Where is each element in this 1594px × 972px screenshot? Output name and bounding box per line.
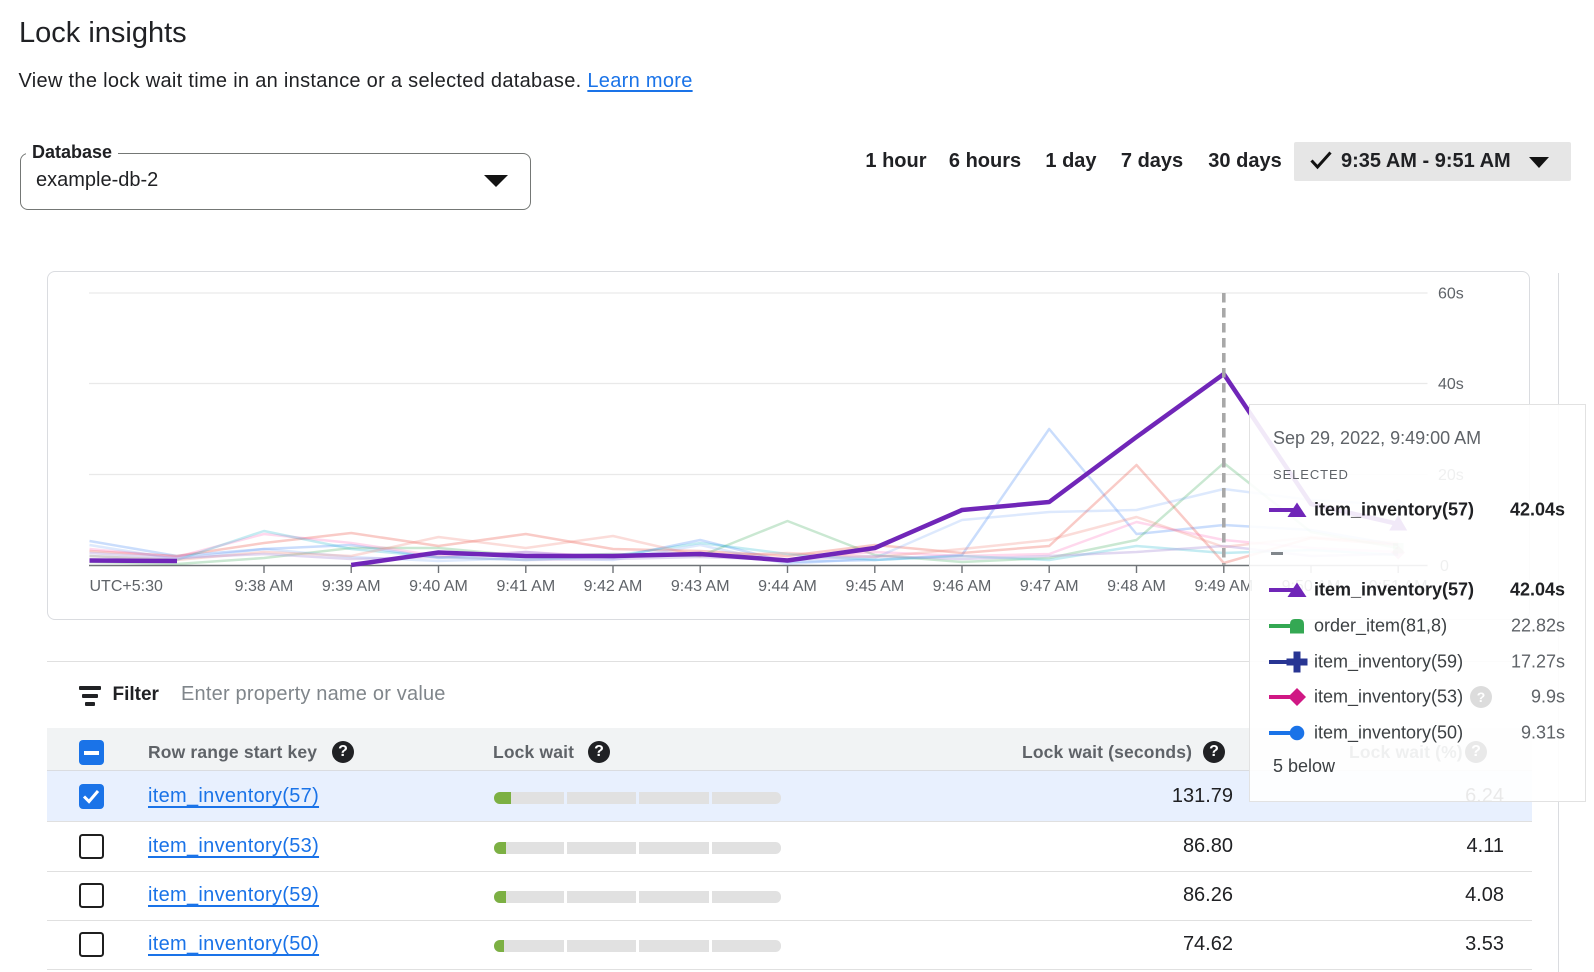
svg-text:UTC+5:30: UTC+5:30 bbox=[90, 578, 163, 595]
svg-text:9:43 AM: 9:43 AM bbox=[671, 578, 730, 595]
svg-text:9:46 AM: 9:46 AM bbox=[933, 578, 992, 595]
svg-text:9:45 AM: 9:45 AM bbox=[845, 578, 904, 595]
svg-text:9:49 AM: 9:49 AM bbox=[1194, 578, 1253, 595]
svg-text:60s: 60s bbox=[1438, 286, 1464, 303]
svg-text:9:41 AM: 9:41 AM bbox=[496, 578, 555, 595]
svg-text:9:38 AM: 9:38 AM bbox=[235, 578, 294, 595]
svg-text:9:44 AM: 9:44 AM bbox=[758, 578, 817, 595]
svg-text:9:39 AM: 9:39 AM bbox=[322, 578, 381, 595]
svg-text:40s: 40s bbox=[1438, 376, 1464, 393]
svg-text:9:40 AM: 9:40 AM bbox=[409, 578, 468, 595]
svg-text:9:42 AM: 9:42 AM bbox=[584, 578, 643, 595]
svg-text:9:48 AM: 9:48 AM bbox=[1107, 578, 1166, 595]
svg-text:9:47 AM: 9:47 AM bbox=[1020, 578, 1079, 595]
